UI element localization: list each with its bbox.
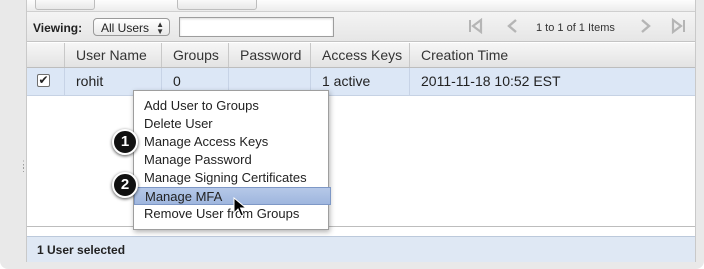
table-empty-area — [27, 97, 695, 227]
window-frame: Viewing: All Users ▲▼ 1 to 1 of 1 Items — [0, 0, 704, 269]
checkmark-icon: ✔ — [38, 73, 49, 87]
next-page-icon[interactable] — [639, 18, 653, 39]
mouse-pointer-icon — [233, 197, 247, 217]
selection-status-bar: 1 User selected — [27, 236, 695, 262]
menu-item-manage-password[interactable]: Manage Password — [134, 151, 328, 169]
resize-grip-icon[interactable]: ⋮ ⋮ — [19, 160, 28, 173]
select-column-header — [27, 43, 65, 67]
menu-item-add-user-to-groups[interactable]: Add User to Groups — [134, 97, 328, 115]
column-header-user-name[interactable]: User Name — [65, 43, 162, 67]
row-checkbox[interactable]: ✔ — [37, 74, 50, 87]
menu-item-manage-signing-certificates[interactable]: Manage Signing Certificates — [134, 169, 328, 187]
viewing-filter-select[interactable]: All Users ▲ ▼ — [93, 18, 170, 36]
table-row[interactable]: ✔ rohit 0 1 active 2011-11-18 10:52 EST — [27, 68, 695, 96]
row-select-cell: ✔ — [27, 68, 65, 95]
top-toolbar-edge — [27, 0, 695, 12]
cell-creation-time: 2011-11-18 10:52 EST — [421, 73, 561, 89]
user-actions-context-menu: Add User to Groups Delete User Manage Ac… — [133, 90, 331, 230]
column-header-access-keys[interactable]: Access Keys — [311, 43, 410, 67]
search-input[interactable] — [179, 17, 334, 37]
viewing-label: Viewing: — [33, 21, 83, 35]
column-header-groups[interactable]: Groups — [162, 43, 229, 67]
menu-item-remove-user-from-groups[interactable]: Remove User from Groups — [134, 205, 328, 223]
prev-page-icon[interactable] — [505, 18, 519, 39]
select-arrows-icon: ▲ ▼ — [156, 20, 164, 36]
column-header-password[interactable]: Password — [229, 43, 311, 67]
toolbar-button-left[interactable] — [35, 0, 95, 10]
toolbar-button-middle[interactable] — [177, 0, 257, 10]
pager-status: 1 to 1 of 1 Items — [536, 22, 615, 34]
menu-item-manage-access-keys[interactable]: Manage Access Keys — [134, 133, 328, 151]
users-table-header: User Name Groups Password Access Keys Cr… — [27, 43, 695, 68]
last-page-icon[interactable] — [671, 17, 687, 39]
filter-toolbar: Viewing: All Users ▲ ▼ 1 to 1 of 1 Items — [27, 12, 695, 42]
callout-badge-1: 1 — [112, 129, 138, 155]
first-page-icon[interactable] — [467, 17, 483, 39]
callout-badge-2: 2 — [112, 172, 138, 198]
menu-item-delete-user[interactable]: Delete User — [134, 115, 328, 133]
column-header-creation-time[interactable]: Creation Time — [410, 43, 697, 67]
viewing-filter-value: All Users — [101, 21, 150, 35]
